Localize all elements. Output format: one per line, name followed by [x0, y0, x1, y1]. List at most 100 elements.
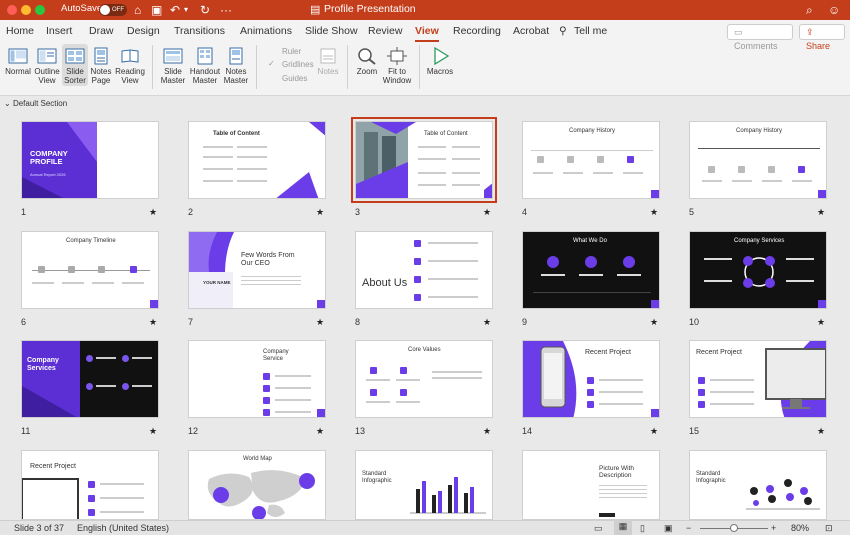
undo-icon[interactable]: ↶	[170, 2, 180, 18]
section-header[interactable]: ⌄ Default Section	[4, 99, 67, 108]
tab-animations[interactable]: Animations	[240, 25, 292, 37]
text-line	[452, 146, 480, 148]
tab-draw[interactable]: Draw	[89, 25, 114, 37]
autosave-toggle[interactable]: OFF	[99, 4, 127, 16]
slideshow-status-icon[interactable]: ▣	[664, 523, 673, 534]
sorter-view-status-icon[interactable]: ▦	[614, 521, 632, 535]
milestone-icon	[768, 166, 775, 173]
title-bar: AutoSave OFF ⌂ ▣ ↶ ▾ ↻ ··· ▤ Profile Pre…	[0, 0, 850, 20]
slide-thumbnail-4[interactable]: Company History	[522, 121, 660, 199]
reading-view-button[interactable]: Reading View	[114, 47, 146, 85]
slide-sorter-button[interactable]: Slide Sorter	[62, 44, 88, 86]
slide-thumbnail-7[interactable]: Few Words From Our CEO YOUR NAME	[188, 231, 326, 309]
item-icon	[88, 481, 95, 488]
slide-thumbnail-19[interactable]: Picture With Description	[522, 450, 660, 520]
slide-thumbnail-20[interactable]: Standard Infographic	[689, 450, 827, 520]
tab-transitions[interactable]: Transitions	[174, 25, 225, 37]
handout-master-button[interactable]: Handout Master	[189, 47, 221, 85]
more-icon[interactable]: ···	[220, 2, 232, 18]
fit-to-window-button[interactable]: Fit to Window	[381, 47, 413, 85]
slide-thumbnail-16[interactable]: Recent Project	[21, 450, 159, 520]
tab-home[interactable]: Home	[6, 25, 34, 37]
slide-thumbnail-9[interactable]: What We Do	[522, 231, 660, 309]
tab-acrobat[interactable]: Acrobat	[513, 25, 549, 37]
slide-thumbnail-5[interactable]: Company History	[689, 121, 827, 199]
zoom-slider-thumb[interactable]	[730, 524, 738, 532]
slide-thumbnail-8[interactable]: About Us	[355, 231, 493, 309]
reading-view-label: Reading View	[115, 67, 145, 85]
slide-thumbnail-1[interactable]: COMPANY PROFILE Annual Report 2026	[21, 121, 159, 199]
redo-icon[interactable]: ↻	[200, 2, 210, 18]
tab-recording[interactable]: Recording	[453, 25, 501, 37]
corner-accent	[150, 300, 158, 308]
milestone-icon	[597, 156, 604, 163]
ribbon-divider	[419, 45, 420, 89]
slide-number: 11	[21, 426, 31, 436]
text-line	[599, 391, 643, 393]
text-line	[275, 411, 311, 413]
undo-dropdown-icon[interactable]: ▾	[184, 2, 188, 18]
text-line	[132, 357, 152, 359]
close-window-button[interactable]	[7, 5, 17, 15]
tab-insert[interactable]: Insert	[46, 25, 72, 37]
language-status[interactable]: English (United States)	[77, 523, 169, 533]
zoom-in-icon[interactable]: +	[771, 523, 776, 533]
fit-slide-icon[interactable]: ⊡	[825, 523, 833, 534]
guides-checkbox[interactable]: Guides	[282, 74, 307, 83]
autosave-label: AutoSave	[61, 3, 103, 14]
slide-thumbnail-10[interactable]: Company Services	[689, 231, 827, 309]
slide-thumbnail-12[interactable]: Company Service	[188, 340, 326, 418]
maximize-window-button[interactable]	[35, 5, 45, 15]
tab-view[interactable]: View	[415, 25, 439, 42]
slide-thumbnail-15[interactable]: Recent Project	[689, 340, 827, 418]
search-icon[interactable]: ⌕	[806, 2, 813, 18]
slide-thumbnail-2[interactable]: Table of Content	[188, 121, 326, 199]
slide-thumbnail-11[interactable]: Company Services	[21, 340, 159, 418]
notes-page-button[interactable]: Notes Page	[89, 47, 113, 85]
slide-master-button[interactable]: Slide Master	[158, 47, 188, 85]
share-button[interactable]: ⇪ Share	[799, 24, 845, 51]
status-bar: Slide 3 of 37 English (United States) ▭ …	[0, 520, 850, 535]
text-line	[710, 391, 754, 393]
notes-button[interactable]: Notes	[316, 47, 340, 76]
comments-button[interactable]: ▭ Comments	[727, 24, 793, 51]
zoom-button[interactable]: Zoom	[354, 47, 380, 76]
notes-master-button[interactable]: Notes Master	[222, 47, 250, 85]
tab-slide-show[interactable]: Slide Show	[305, 25, 358, 37]
milestone-icon	[627, 156, 634, 163]
tab-review[interactable]: Review	[368, 25, 402, 37]
gridlines-checkbox[interactable]: Gridlines	[282, 60, 314, 69]
normal-view-button[interactable]: Normal	[4, 47, 32, 76]
text-line	[100, 511, 144, 513]
slide-thumbnail-6[interactable]: Company Timeline	[21, 231, 159, 309]
ruler-checkbox[interactable]: Ruler	[282, 47, 301, 56]
slide-thumbnail-13[interactable]: Core Values	[355, 340, 493, 418]
notes-master-icon	[226, 47, 246, 65]
zoom-level[interactable]: 80%	[791, 523, 809, 533]
tab-design[interactable]: Design	[127, 25, 160, 37]
magnifier-icon	[357, 47, 377, 65]
outline-view-button[interactable]: Outline View	[33, 47, 61, 85]
slide-number: 9	[522, 317, 528, 327]
item-icon	[698, 377, 705, 384]
tell-me-search[interactable]: Tell me	[574, 25, 607, 37]
slide-sorter-icon	[65, 47, 85, 65]
share-label: Share	[806, 41, 831, 51]
minimize-window-button[interactable]	[21, 5, 31, 15]
slide-thumbnail-17[interactable]: World Map	[188, 450, 326, 520]
slide-thumbnail-14[interactable]: Recent Project	[522, 340, 660, 418]
save-icon[interactable]: ▣	[151, 2, 162, 18]
reading-view-status-icon[interactable]: ▯	[640, 523, 645, 534]
account-icon[interactable]: ☺	[828, 2, 840, 18]
zoom-out-icon[interactable]: −	[686, 523, 691, 533]
notes-page-label: Notes Page	[90, 67, 112, 85]
slide-thumbnail-18[interactable]: Standard Infographic	[355, 450, 493, 520]
slide-thumbnail-3[interactable]: Table of Content	[351, 117, 497, 203]
item-icon	[587, 377, 594, 384]
normal-view-status-icon[interactable]: ▭	[594, 523, 603, 534]
star-icon: ★	[149, 426, 158, 436]
macros-button[interactable]: Macros	[425, 46, 455, 76]
home-icon[interactable]: ⌂	[134, 2, 141, 18]
star-icon: ★	[483, 317, 492, 327]
slide-14-title: Recent Project	[585, 349, 631, 356]
